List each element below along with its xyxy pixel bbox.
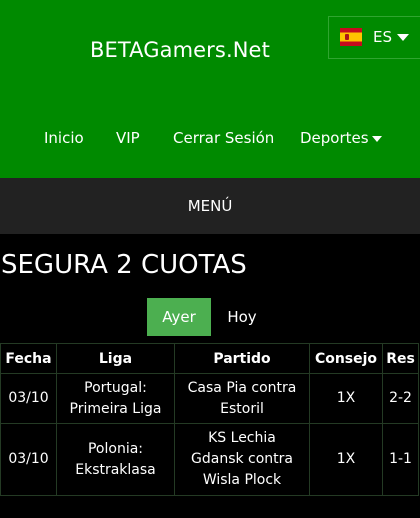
menu-bar[interactable]: MENÚ — [0, 178, 420, 234]
cell-fecha: 03/10 — [0, 423, 57, 496]
table-row: 03/10 Portugal: Primeira Liga Casa Pia c… — [0, 373, 419, 424]
cell-liga: Portugal: Primeira Liga — [56, 373, 175, 424]
nav-item-deportes[interactable]: Deportes — [300, 129, 382, 147]
table-row: 03/10 Polonia: Ekstraklasa KS Lechia Gda… — [0, 423, 419, 496]
column-header-consejo: Consejo — [309, 343, 383, 374]
language-label: ES — [373, 28, 392, 46]
cell-partido: KS Lechia Gdansk contra Wisla Plock — [174, 423, 310, 496]
main-nav: Inicio VIP Cerrar Sesión Deportes — [0, 129, 420, 151]
chevron-down-icon — [397, 34, 409, 41]
liga-country: Portugal: — [84, 379, 147, 396]
spain-flag-icon — [340, 28, 362, 46]
page-title: SEGURA 2 CUOTAS — [1, 250, 247, 280]
liga-name: Ekstraklasa — [75, 461, 156, 478]
tab-ayer[interactable]: Ayer — [147, 298, 211, 336]
partido-line: Gdansk contra — [191, 451, 293, 467]
partido-line: Wisla Plock — [202, 472, 282, 488]
cell-partido: Casa Pia contra Estoril — [174, 373, 310, 424]
nav-item-inicio[interactable]: Inicio — [44, 129, 84, 147]
site-title[interactable]: BETAGamers.Net — [90, 38, 270, 62]
chevron-down-icon — [372, 136, 382, 142]
menu-label: MENÚ — [187, 197, 233, 215]
tab-hoy[interactable]: Hoy — [216, 298, 268, 336]
column-header-fecha: Fecha — [0, 343, 57, 374]
table-header-row: Fecha Liga Partido Consejo Res — [0, 343, 419, 374]
tips-table: Fecha Liga Partido Consejo Res 03/10 Por… — [0, 343, 419, 496]
cell-liga: Polonia: Ekstraklasa — [56, 423, 175, 496]
column-header-res: Res — [382, 343, 419, 374]
cell-res: 1-1 — [382, 423, 419, 496]
language-selector[interactable]: ES — [328, 16, 420, 59]
cell-consejo: 1X — [309, 373, 383, 424]
partido-line: Casa Pia contra — [187, 379, 297, 396]
cell-consejo: 1X — [309, 423, 383, 496]
liga-country: Polonia: — [87, 440, 144, 457]
cell-fecha: 03/10 — [0, 373, 57, 424]
liga-name: Primeira Liga — [69, 400, 162, 417]
partido-line: Estoril — [220, 400, 264, 417]
site-header: BETAGamers.Net ES Inicio VIP Cerrar Sesi… — [0, 0, 420, 178]
column-header-liga: Liga — [56, 343, 175, 374]
column-header-partido: Partido — [174, 343, 310, 374]
nav-item-vip[interactable]: VIP — [116, 129, 140, 147]
nav-item-cerrar-sesion[interactable]: Cerrar Sesión — [173, 129, 274, 147]
nav-item-deportes-label: Deportes — [300, 129, 369, 147]
cell-res: 2-2 — [382, 373, 419, 424]
partido-line: KS Lechia — [208, 430, 276, 446]
